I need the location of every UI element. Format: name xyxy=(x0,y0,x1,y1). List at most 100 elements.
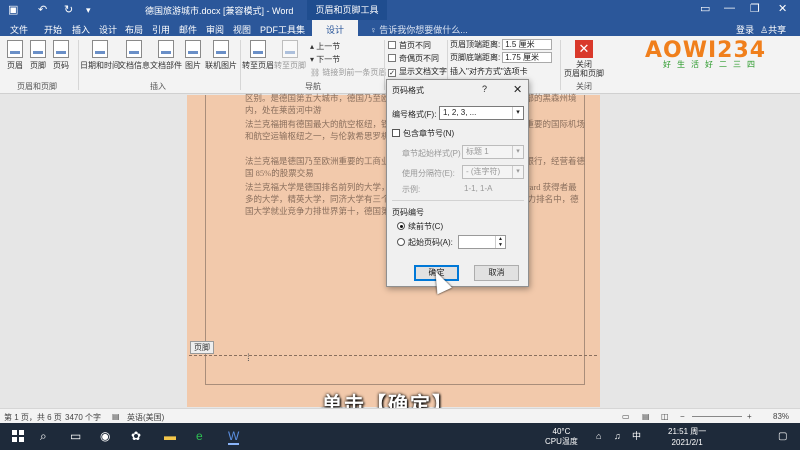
tab-references[interactable]: 引用 xyxy=(152,23,170,36)
tell-me-text: 告诉我你想要做什么... xyxy=(379,25,468,35)
start-at-spinner[interactable]: ▲ ▼ xyxy=(458,235,506,249)
different-odd-even-checkbox[interactable]: 奇偶页不同 xyxy=(388,53,439,64)
continue-previous-radio[interactable]: 续前节(C) xyxy=(397,221,443,232)
tab-design[interactable]: 设计 xyxy=(99,23,117,36)
share-button[interactable]: ♙共享 xyxy=(760,23,786,36)
tab-mailings[interactable]: 邮件 xyxy=(179,23,197,36)
redo-icon[interactable]: ↻ xyxy=(64,3,73,17)
edge-icon[interactable]: e xyxy=(196,430,203,443)
tab-insert[interactable]: 插入 xyxy=(72,23,90,36)
minimize-button[interactable]: — xyxy=(724,2,735,14)
tab-layout[interactable]: 布局 xyxy=(125,23,143,36)
goto-header-button[interactable]: 转至页眉 xyxy=(242,40,274,71)
print-layout-icon[interactable]: ▤ xyxy=(642,412,650,421)
read-mode-icon[interactable]: ▭ xyxy=(622,412,630,421)
ribbon-display-options-icon[interactable]: ▭ xyxy=(700,2,710,15)
picture-button[interactable]: 图片 xyxy=(184,40,202,71)
zoom-out-icon[interactable]: − xyxy=(680,412,685,421)
tab-header-footer-design[interactable]: 设计 xyxy=(312,20,359,36)
page-numbering-label: 页码编号 xyxy=(392,208,424,217)
windows-start-icon[interactable] xyxy=(12,430,24,442)
group-separator xyxy=(240,40,241,90)
header-distance-input[interactable]: 1.5 厘米 xyxy=(502,39,553,50)
next-section-button[interactable]: ▾ 下一节 xyxy=(310,54,340,65)
zoom-in-icon[interactable]: + xyxy=(747,412,752,421)
tell-me-search[interactable]: ♀ 告诉我你想要做什么... xyxy=(370,23,468,36)
volume-icon[interactable]: ♫ xyxy=(614,430,621,443)
previous-section-button[interactable]: ▴ 上一节 xyxy=(310,41,340,52)
footer-distance-input[interactable]: 1.75 厘米 xyxy=(502,52,553,63)
watermark-logo: AOWI234 好生活好二三四 xyxy=(645,38,785,70)
show-document-text-checkbox[interactable]: ✓ 显示文档文字 xyxy=(388,66,447,77)
online-picture-button[interactable]: 联机图片 xyxy=(204,40,238,71)
dialog-close-button[interactable]: ✕ xyxy=(513,83,522,96)
cancel-button[interactable]: 取消 xyxy=(474,265,519,281)
system-clock[interactable]: 21:51 周一 2021/2/1 xyxy=(668,426,706,448)
zoom-slider[interactable] xyxy=(692,416,742,417)
group-separator xyxy=(78,40,79,90)
folder-icon[interactable]: ▬ xyxy=(164,430,176,443)
tab-review[interactable]: 审阅 xyxy=(206,23,224,36)
close-header-footer-button[interactable]: ✕ 关闭 页眉和页脚 xyxy=(562,40,606,78)
separator-select[interactable]: - (连字符) ▾ xyxy=(462,165,524,179)
number-format-label: 编号格式(F): xyxy=(392,110,437,119)
close-button[interactable]: ✕ xyxy=(778,2,787,15)
person-icon: ♙ xyxy=(760,25,769,35)
network-icon[interactable]: ⌂ xyxy=(596,430,601,443)
undo-icon[interactable]: ↶ xyxy=(38,3,47,17)
header-footer-tools-label: 页眉和页脚工具 xyxy=(307,0,387,20)
restore-button[interactable]: ❐ xyxy=(750,2,760,15)
goto-footer-button[interactable]: 转至页脚 xyxy=(274,40,306,71)
start-at-radio[interactable]: 起始页码(A): xyxy=(397,237,453,248)
zoom-level[interactable]: 83% xyxy=(773,412,789,421)
search-icon[interactable]: ⌕ xyxy=(40,430,47,443)
separator-label: 使用分隔符(E): xyxy=(402,169,455,178)
doc-info-button[interactable]: 文档信息 xyxy=(118,40,150,71)
quick-parts-button[interactable]: 文档部件 xyxy=(150,40,182,71)
settings-icon[interactable]: ✿ xyxy=(131,430,141,443)
quick-parts-icon xyxy=(158,40,174,58)
header-button[interactable]: 页眉 xyxy=(6,40,24,71)
tab-home[interactable]: 开始 xyxy=(44,23,62,36)
help-button[interactable]: ? xyxy=(482,84,487,94)
word-app-icon[interactable]: W xyxy=(228,430,240,445)
footer-bottom-distance: 页脚底端距离: 1.75 厘米 xyxy=(450,52,553,63)
goto-header-icon xyxy=(250,40,266,58)
checkmark-icon: ✓ xyxy=(388,69,396,77)
proofing-icon[interactable]: ▤ xyxy=(112,412,120,421)
share-label: 共享 xyxy=(768,25,787,35)
login-link[interactable]: 登录 xyxy=(736,23,754,36)
word-count[interactable]: 3470 个字 xyxy=(65,412,101,423)
task-view-icon[interactable]: ▭ xyxy=(70,430,81,443)
group-separator xyxy=(560,40,561,90)
link-to-previous-button[interactable]: ⛓ 链接到前一条页眉 xyxy=(310,67,386,78)
group-label-insert: 插入 xyxy=(150,82,166,91)
tab-file[interactable]: 文件 xyxy=(10,23,28,36)
save-icon[interactable]: ▣ xyxy=(8,3,18,17)
date-time-button[interactable]: 日期和时间 xyxy=(80,40,120,71)
cpu-temperature: 40°C CPU温度 xyxy=(545,427,578,446)
tab-view[interactable]: 视图 xyxy=(233,23,251,36)
spinner-arrows-icon[interactable]: ▲ ▼ xyxy=(495,236,505,248)
customize-quick-access-icon[interactable]: ▾ xyxy=(86,3,91,17)
divider xyxy=(392,200,524,201)
chevron-down-icon: ▾ xyxy=(512,166,523,178)
number-format-select[interactable]: 1, 2, 3, ... ▾ xyxy=(439,106,524,120)
language[interactable]: 英语(美国) xyxy=(127,412,164,423)
insert-align-tab-button[interactable]: 插入"对齐方式"选项卡 xyxy=(450,66,528,77)
include-chapter-checkbox[interactable]: 包含章节号(N) xyxy=(392,128,454,139)
header-icon xyxy=(7,40,23,58)
chapter-style-select[interactable]: 标题 1 ▾ xyxy=(462,145,524,159)
tab-pdf-tools[interactable]: PDF工具集 xyxy=(260,23,305,36)
notification-icon[interactable]: ▢ xyxy=(778,430,787,443)
calendar-icon xyxy=(92,40,108,58)
footer-button[interactable]: 页脚 xyxy=(29,40,47,71)
browser-icon[interactable]: ◉ xyxy=(100,430,110,443)
online-picture-icon xyxy=(213,40,229,58)
ime-indicator[interactable]: 中 xyxy=(632,430,641,443)
example-value: 1-1, 1-A xyxy=(464,184,493,193)
page-count[interactable]: 第 1 页，共 6 页 xyxy=(4,412,62,423)
page-number-button[interactable]: 页码 xyxy=(52,40,70,71)
different-first-page-checkbox[interactable]: 首页不同 xyxy=(388,40,431,51)
web-layout-icon[interactable]: ◫ xyxy=(661,412,669,421)
